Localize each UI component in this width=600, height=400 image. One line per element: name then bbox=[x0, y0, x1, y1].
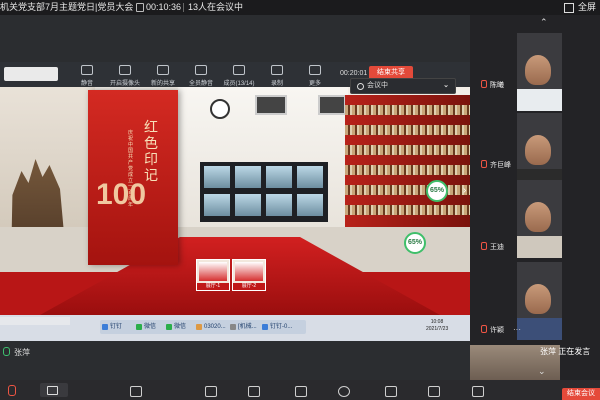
camera-icon bbox=[47, 386, 58, 395]
camera-toggle[interactable] bbox=[40, 383, 68, 397]
camera-icon bbox=[119, 65, 131, 75]
participant-name: 许颖 bbox=[481, 325, 504, 335]
more-icon[interactable]: ··· bbox=[513, 325, 521, 334]
participant-name: 齐巨峰 bbox=[481, 160, 511, 170]
active-speaker-label: 张萍 正在发言 bbox=[540, 347, 591, 356]
banner-title: 红色印记 bbox=[144, 120, 158, 184]
new-share-button[interactable]: 新的共享 bbox=[144, 65, 182, 87]
divider bbox=[183, 3, 184, 12]
mic-muted-icon bbox=[481, 160, 487, 168]
meeting-timer: 00:10:36 bbox=[146, 2, 182, 12]
taskbar-tray bbox=[0, 317, 70, 325]
red-banner: 红色印记 庆祝中国共产党成立一百周年 100 bbox=[88, 90, 178, 265]
meeting-controls bbox=[0, 380, 600, 400]
fullscreen-icon[interactable] bbox=[564, 3, 574, 13]
status-icon bbox=[357, 83, 364, 90]
end-meeting-button[interactable]: 结束会议 bbox=[562, 388, 600, 400]
share-icon bbox=[157, 65, 169, 75]
more-icon[interactable] bbox=[472, 386, 484, 397]
participant-video[interactable] bbox=[517, 262, 562, 340]
more-icon bbox=[309, 65, 321, 75]
settings-icon[interactable] bbox=[428, 386, 440, 397]
thumbnail-label: 展厅-1 bbox=[197, 283, 229, 290]
hall-window bbox=[255, 95, 287, 115]
record-icon bbox=[271, 65, 283, 75]
mic-muted-icon bbox=[481, 242, 487, 250]
title-bar: 机关党支部7月主题党日|党员大会 00:10:36 13人在会议中 全屏 bbox=[0, 0, 600, 15]
record-icon[interactable] bbox=[338, 386, 350, 397]
share-screen-icon[interactable] bbox=[130, 386, 142, 397]
thumbnail-label: 展厅-2 bbox=[233, 283, 265, 290]
meeting-status-dropdown[interactable]: 会议中 ⌄ bbox=[350, 78, 456, 94]
mic-muted-icon bbox=[481, 80, 487, 88]
mute-button[interactable]: 静音 bbox=[68, 65, 106, 87]
share-timer: 00:20:01 bbox=[340, 70, 368, 77]
lock-icon bbox=[136, 3, 144, 12]
members-button[interactable]: 成员(13/14) bbox=[220, 65, 258, 87]
members-icon bbox=[233, 65, 245, 75]
more-button[interactable]: 更多 bbox=[296, 65, 334, 87]
bookshelf-wall bbox=[345, 95, 470, 230]
fullscreen-button[interactable]: 全屏 bbox=[578, 0, 596, 15]
participant-video[interactable] bbox=[517, 180, 562, 258]
banner-number: 100 bbox=[96, 178, 147, 211]
hall-window bbox=[318, 95, 346, 115]
progress-badge[interactable]: 65% bbox=[426, 180, 448, 202]
shared-taskbar: 钉钉 微信 微信 03020... [机械... 钉钉-0... 10:08 2… bbox=[0, 315, 470, 341]
mic-icon bbox=[81, 65, 93, 75]
annotation-tools[interactable] bbox=[4, 67, 58, 81]
chevron-down-icon: ⌄ bbox=[443, 82, 449, 89]
chat-icon[interactable] bbox=[295, 386, 307, 397]
invite-icon[interactable] bbox=[205, 386, 217, 397]
camera-button[interactable]: 开启摄像头 bbox=[106, 65, 144, 87]
clock-icon bbox=[210, 99, 230, 119]
mute-all-button[interactable]: 全员静音 bbox=[182, 65, 220, 87]
mic-icon bbox=[3, 347, 10, 356]
chevron-down-icon[interactable]: ⌄ bbox=[538, 366, 546, 377]
local-user-label: 张萍 bbox=[3, 347, 30, 358]
thumbnail-hall-1[interactable]: 展厅-1 bbox=[196, 259, 230, 291]
participant-name: 陈曦 bbox=[481, 80, 504, 90]
mute-all-icon bbox=[195, 65, 207, 75]
chevron-up-icon[interactable]: ⌃ bbox=[540, 17, 548, 28]
meeting-status-label: 会议中 bbox=[367, 82, 388, 89]
meeting-title: 机关党支部7月主题党日|党员大会 bbox=[0, 2, 134, 12]
mic-muted-icon bbox=[481, 325, 487, 333]
record-button[interactable]: 录制 bbox=[258, 65, 296, 87]
participant-name: 王迪 bbox=[481, 242, 504, 252]
mic-icon[interactable] bbox=[8, 385, 16, 396]
thumbnail-hall-2[interactable]: 展厅-2 bbox=[232, 259, 266, 291]
apps-icon[interactable] bbox=[385, 386, 397, 397]
taskbar-app: 钉钉-0... bbox=[260, 320, 306, 334]
taskbar-clock: 10:08 2021/7/23 bbox=[426, 319, 449, 332]
participant-count: 13人在会议中 bbox=[188, 2, 244, 12]
members-icon[interactable] bbox=[248, 386, 260, 397]
chevron-right-icon[interactable]: › bbox=[463, 185, 466, 196]
participant-video[interactable] bbox=[517, 33, 562, 111]
presentation-slide: 红色印记 庆祝中国共产党成立一百周年 100 65% 65% 展厅-1 展厅-2… bbox=[0, 87, 470, 315]
progress-badge[interactable]: 65% bbox=[404, 232, 426, 254]
glass-door bbox=[200, 162, 328, 222]
